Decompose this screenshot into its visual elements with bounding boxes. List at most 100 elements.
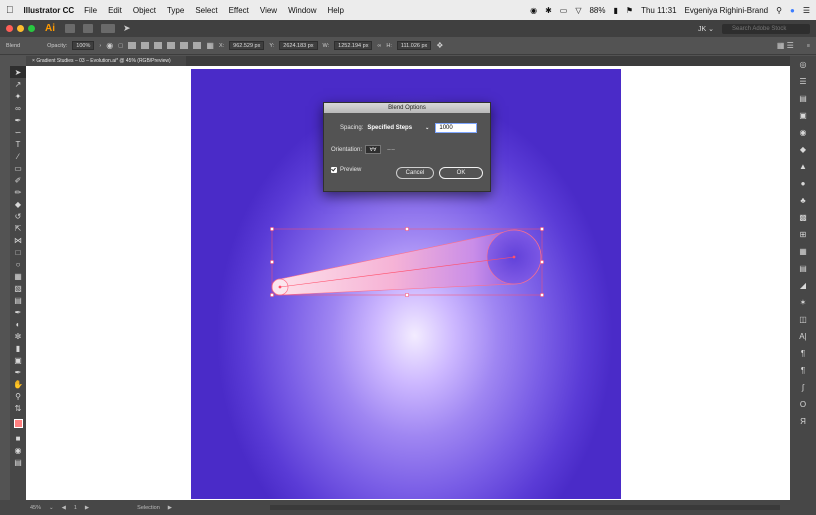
transform-panel-icon[interactable]: ⊞ (790, 226, 816, 243)
h-field[interactable]: 111.026 px (396, 41, 432, 50)
align-to-icon[interactable]: ▢ (118, 43, 123, 49)
color-mode-icon[interactable]: ■ (10, 432, 26, 444)
symbol-sprayer-tool-icon[interactable]: ✼ (10, 330, 26, 342)
pencil-tool-icon[interactable]: ✏ (10, 186, 26, 198)
rotate-tool-icon[interactable]: ↺ (10, 210, 26, 222)
align-to-page-icon[interactable]: ∀∀ (365, 145, 382, 154)
align-right-icon[interactable] (154, 42, 163, 49)
artboards-panel-icon[interactable]: ▣ (790, 107, 816, 124)
shape-builder-tool-icon[interactable]: ○ (10, 258, 26, 270)
document-tab[interactable]: × Gradient Studies – 03 – Evolution.ai* … (26, 56, 186, 66)
spotlight-icon[interactable]: ⚲ (776, 6, 782, 15)
swatches-panel-icon[interactable]: ◆ (790, 141, 816, 158)
cancel-button[interactable]: Cancel (396, 167, 434, 179)
selection-tool-icon[interactable]: ➤ (10, 66, 26, 78)
eyedropper-tool-icon[interactable]: ✒ (10, 306, 26, 318)
transparency-panel-icon[interactable]: ◫ (790, 311, 816, 328)
steps-input[interactable]: 1000 (435, 123, 478, 133)
blend-tool-icon[interactable]: ◐ (10, 318, 26, 330)
line-tool-icon[interactable]: ∕ (10, 150, 26, 162)
perspective-grid-tool-icon[interactable]: ▦ (10, 270, 26, 282)
apple-icon[interactable]:  (6, 5, 14, 16)
gradient-tool-icon[interactable]: ▤ (10, 294, 26, 306)
symbols-panel-icon[interactable]: ♣ (790, 192, 816, 209)
dialog-title[interactable]: Blend Options (324, 103, 490, 113)
pathfinder-panel-icon[interactable]: ▦ (790, 243, 816, 260)
zoom-tool-icon[interactable]: ⚲ (10, 390, 26, 402)
swap-fill-stroke-icon[interactable]: ⇅ (10, 402, 26, 414)
recolor-icon[interactable]: ◉ (106, 41, 113, 50)
arrange-documents-icon[interactable] (101, 24, 115, 33)
magic-wand-tool-icon[interactable]: ✦ (10, 90, 26, 102)
battery-percent[interactable]: 88% (589, 6, 605, 15)
battery-icon[interactable]: ▮ (614, 6, 618, 15)
menu-view[interactable]: View (260, 6, 277, 15)
notification-center-icon[interactable]: ☰ (803, 6, 810, 15)
w-field[interactable]: 1252.194 px (334, 41, 373, 50)
menu-help[interactable]: Help (328, 6, 344, 15)
preview-checkbox[interactable] (331, 167, 337, 173)
opacity-label[interactable]: Opacity: (47, 43, 67, 49)
libraries-panel-icon[interactable]: ◎ (790, 56, 816, 73)
artboard-number[interactable]: 1 (74, 505, 77, 511)
align-to-path-icon[interactable]: ∽∽ (383, 145, 399, 154)
close-tab-icon[interactable]: × (32, 58, 35, 64)
user-name[interactable]: Evgeniya Righini-Brand (685, 6, 769, 15)
pen-tool-icon[interactable]: ✒ (10, 114, 26, 126)
character-styles-icon[interactable]: ¶ (790, 362, 816, 379)
curvature-tool-icon[interactable]: ∽ (10, 126, 26, 138)
glyphs-panel-icon[interactable]: ∫ (790, 379, 816, 396)
y-field[interactable]: 2624.183 px (279, 41, 318, 50)
menu-file[interactable]: File (84, 6, 97, 15)
x-field[interactable]: 962.529 px (229, 41, 265, 50)
ok-button[interactable]: OK (439, 167, 483, 179)
status-arrow-icon[interactable]: ▶ (168, 505, 172, 511)
clock[interactable]: Thu 11:31 (641, 6, 676, 15)
menu-edit[interactable]: Edit (108, 6, 122, 15)
align-panel-icon[interactable]: ▤ (790, 260, 816, 277)
type-panel-icon[interactable]: Я (790, 413, 816, 430)
draw-mode-icon[interactable]: ◉ (10, 444, 26, 456)
column-graph-tool-icon[interactable]: ▮ (10, 342, 26, 354)
artboard-tool-icon[interactable]: ▣ (10, 354, 26, 366)
paintbrush-tool-icon[interactable]: ✐ (10, 174, 26, 186)
layers-panel-icon[interactable]: ▤ (790, 90, 816, 107)
opentype-panel-icon[interactable]: O (790, 396, 816, 413)
airplay-icon[interactable]: ▭ (560, 6, 568, 15)
slice-tool-icon[interactable]: ✒ (10, 366, 26, 378)
transform-icon[interactable]: ❖ (436, 41, 443, 50)
direct-selection-tool-icon[interactable]: ↗ (10, 78, 26, 90)
stroke-panel-icon[interactable]: ● (790, 175, 816, 192)
app-menu[interactable]: Illustrator CC (24, 6, 75, 15)
zoom-window-button[interactable] (28, 25, 35, 32)
constrain-link-icon[interactable]: ∞ (377, 43, 381, 49)
paragraph-panel-icon[interactable]: ¶ (790, 345, 816, 362)
align-top-icon[interactable] (167, 42, 176, 49)
character-panel-icon[interactable]: A| (790, 328, 816, 345)
bridge-icon[interactable] (65, 24, 75, 33)
workspace-switcher[interactable]: JK ⌄ (698, 25, 714, 33)
align-bottom-icon[interactable] (193, 42, 202, 49)
stock-icon[interactable] (83, 24, 93, 33)
horizontal-scrollbar[interactable] (270, 505, 780, 510)
screen-mode-icon[interactable]: ▤ (10, 456, 26, 468)
menu-window[interactable]: Window (288, 6, 316, 15)
properties-panel-icon[interactable]: ☰ (790, 73, 816, 90)
wifi-icon[interactable]: ▽ (575, 6, 581, 15)
color-panel-icon[interactable]: ◉ (790, 124, 816, 141)
scale-tool-icon[interactable]: ⇱ (10, 222, 26, 234)
eraser-tool-icon[interactable]: ◆ (10, 198, 26, 210)
menu-effect[interactable]: Effect (229, 6, 249, 15)
rectangle-tool-icon[interactable]: ▭ (10, 162, 26, 174)
align-left-icon[interactable] (128, 42, 137, 49)
menu-object[interactable]: Object (133, 6, 156, 15)
artboard-next-icon[interactable]: ▶ (85, 505, 89, 511)
appearance-panel-icon[interactable]: ✶ (790, 294, 816, 311)
close-window-button[interactable] (6, 25, 13, 32)
align-center-icon[interactable] (141, 42, 150, 49)
menu-type[interactable]: Type (167, 6, 184, 15)
opacity-arrow-icon[interactable]: › (99, 43, 101, 49)
opacity-field[interactable]: 100% (72, 41, 95, 50)
graphic-styles-panel-icon[interactable]: ▩ (790, 209, 816, 226)
width-tool-icon[interactable]: ⋈ (10, 234, 26, 246)
